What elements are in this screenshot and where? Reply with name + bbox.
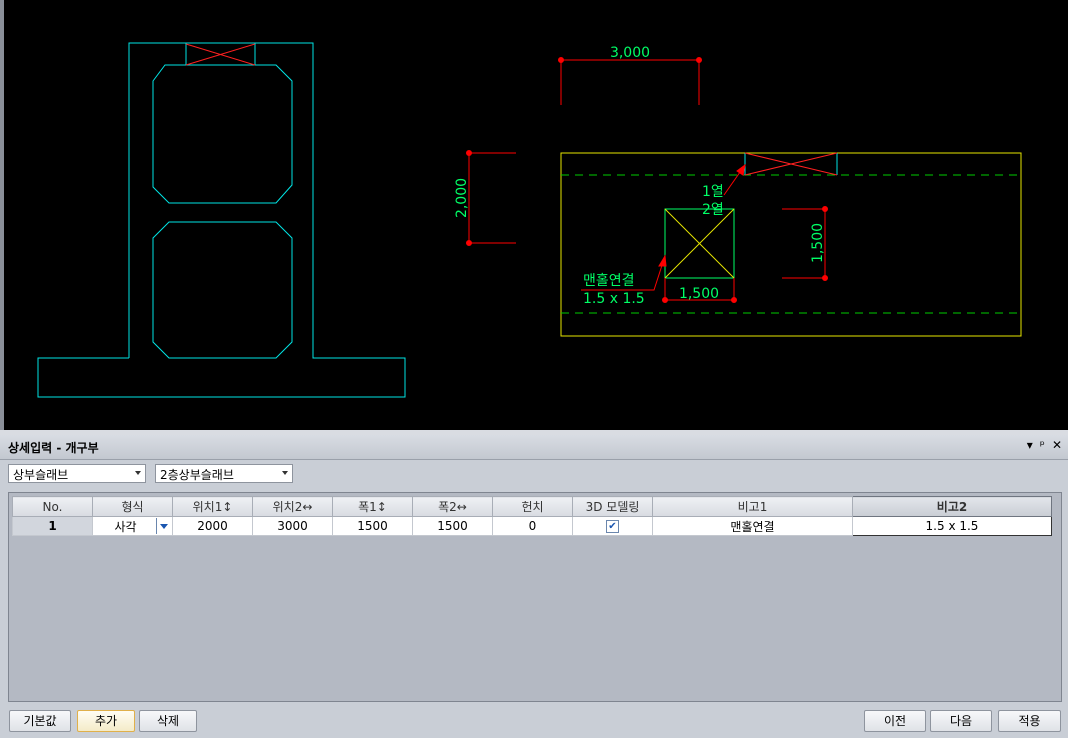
header-width2[interactable]: 폭2↔ bbox=[412, 496, 493, 517]
panel-title: 상세입력 - 개구부 bbox=[8, 441, 99, 455]
cad-viewport[interactable]: 3,000 2,000 1,500 1,500 1열 2열 맨홀연결 1.5 x… bbox=[0, 0, 1068, 430]
type-cell[interactable]: 사각 bbox=[92, 516, 173, 536]
dim-top-width: 3,000 bbox=[610, 45, 650, 61]
section-opening-x bbox=[185, 43, 256, 66]
floor-slab-select[interactable]: 2층상부슬래브 bbox=[155, 464, 293, 483]
opening-grid: No. 형식 위치1↕ 위치2↔ 폭1↕ 폭2↔ 헌치 3D 모델링 비고1 비… bbox=[8, 492, 1062, 702]
section-outline bbox=[37, 42, 406, 398]
width2-cell[interactable]: 1500 bbox=[412, 516, 493, 536]
model3d-checkbox[interactable]: ✔ bbox=[606, 520, 619, 533]
cad-drawing: 3,000 2,000 1,500 1,500 1열 2열 맨홀연결 1.5 x… bbox=[37, 42, 1022, 398]
header-haunch[interactable]: 헌치 bbox=[492, 496, 573, 517]
pos1-cell[interactable]: 2000 bbox=[172, 516, 253, 536]
slab-type-select[interactable]: 상부슬래브 bbox=[8, 464, 146, 483]
header-remark1[interactable]: 비고1 bbox=[652, 496, 853, 517]
header-remark2[interactable]: 비고2 bbox=[852, 496, 1052, 517]
type-dropdown-button[interactable] bbox=[156, 518, 171, 534]
detail-input-panel: 상세입력 - 개구부 ▾ ᵖ ✕ 상부슬래브 2층상부슬래브 No. 형식 위치… bbox=[0, 435, 1068, 738]
dim-bottom-width: 1,500 bbox=[679, 286, 719, 302]
add-button[interactable]: 추가 bbox=[77, 710, 135, 732]
dropdown-icon[interactable]: ▾ bbox=[1027, 438, 1033, 452]
slab-type-value: 상부슬래브 bbox=[13, 468, 69, 482]
pin-icon[interactable]: ᵖ bbox=[1040, 438, 1045, 452]
pos2-cell[interactable]: 3000 bbox=[252, 516, 333, 536]
header-width1[interactable]: 폭1↕ bbox=[332, 496, 413, 517]
next-button[interactable]: 다음 bbox=[930, 710, 992, 732]
header-pos1[interactable]: 위치1↕ bbox=[172, 496, 253, 517]
slab-outline bbox=[560, 152, 1022, 337]
header-3d-modeling[interactable]: 3D 모델링 bbox=[572, 496, 653, 517]
plan-wall-x bbox=[744, 152, 838, 176]
col-label: 2열 bbox=[702, 202, 724, 218]
header-pos2[interactable]: 위치2↔ bbox=[252, 496, 333, 517]
dim-right-height: 1,500 bbox=[810, 223, 826, 263]
prev-button[interactable]: 이전 bbox=[864, 710, 926, 732]
header-no[interactable]: No. bbox=[12, 496, 93, 517]
remark1-cell[interactable]: 맨홀연결 bbox=[652, 516, 853, 536]
floor-slab-value: 2층상부슬래브 bbox=[160, 468, 234, 482]
default-button[interactable]: 기본값 bbox=[9, 710, 71, 732]
header-type[interactable]: 형식 bbox=[92, 496, 173, 517]
dimension-lines bbox=[466, 57, 828, 303]
table-row[interactable]: 1 사각 2000 3000 1500 1500 0 ✔ 맨홀연결 1.5 x … bbox=[12, 516, 1052, 536]
dim-left-height: 2,000 bbox=[454, 178, 470, 218]
model3d-cell[interactable]: ✔ bbox=[572, 516, 653, 536]
remark1-label: 맨홀연결 bbox=[583, 273, 635, 289]
haunch-cell[interactable]: 0 bbox=[492, 516, 573, 536]
width1-cell[interactable]: 1500 bbox=[332, 516, 413, 536]
row-label: 1열 bbox=[702, 184, 724, 200]
chevron-down-icon bbox=[135, 471, 141, 475]
panel-titlebar: 상세입력 - 개구부 ▾ ᵖ ✕ bbox=[0, 435, 1068, 460]
row-number[interactable]: 1 bbox=[12, 516, 93, 536]
apply-button[interactable]: 적용 bbox=[998, 710, 1061, 732]
remark2-label: 1.5 x 1.5 bbox=[583, 291, 645, 307]
type-value: 사각 bbox=[114, 519, 137, 534]
remark2-cell[interactable]: 1.5 x 1.5 bbox=[852, 516, 1052, 536]
delete-button[interactable]: 삭제 bbox=[139, 710, 197, 732]
close-icon[interactable]: ✕ bbox=[1052, 438, 1062, 452]
chevron-down-icon bbox=[282, 471, 288, 475]
